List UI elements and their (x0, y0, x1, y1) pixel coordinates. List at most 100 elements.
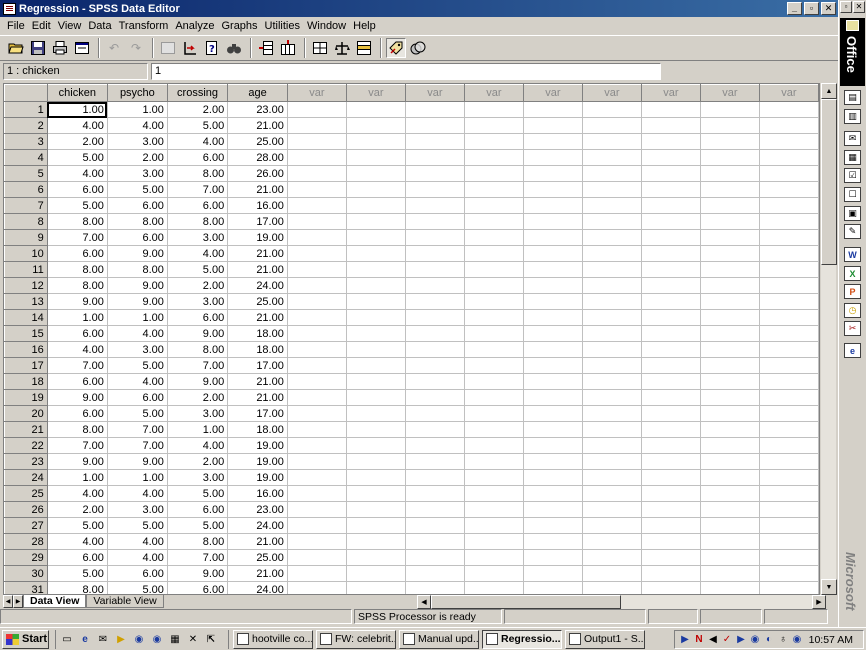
data-cell[interactable] (404, 261, 465, 278)
data-cell[interactable]: 5.00 (166, 517, 229, 534)
data-cell[interactable] (345, 181, 406, 198)
data-cell[interactable] (345, 149, 406, 166)
data-cell[interactable] (640, 405, 701, 422)
start-button[interactable]: Start (2, 629, 49, 649)
data-cell[interactable] (286, 133, 347, 150)
data-cell[interactable] (522, 149, 583, 166)
data-cell[interactable] (640, 501, 701, 518)
data-cell[interactable] (345, 277, 406, 294)
data-cell[interactable] (286, 149, 347, 166)
office-bar-close-button[interactable]: ✕ (853, 1, 865, 13)
data-cell[interactable] (522, 165, 583, 182)
corner-cell[interactable] (4, 84, 48, 102)
data-cell[interactable] (345, 581, 406, 594)
data-cell[interactable] (345, 501, 406, 518)
data-cell[interactable]: 19.00 (227, 229, 288, 246)
shortcut-icon[interactable]: ▦ (168, 632, 182, 646)
data-cell[interactable] (581, 501, 642, 518)
data-cell[interactable]: 8.00 (46, 213, 108, 230)
tray-icon[interactable]: ◉ (791, 634, 803, 646)
data-cell[interactable] (345, 117, 406, 134)
data-cell[interactable] (581, 261, 642, 278)
data-cell[interactable] (286, 565, 347, 582)
row-number[interactable]: 7 (4, 197, 48, 214)
data-cell[interactable] (522, 565, 583, 582)
tray-icon[interactable]: ✓ (721, 634, 733, 646)
data-cell[interactable]: 6.00 (166, 197, 229, 214)
data-cell[interactable] (522, 293, 583, 310)
data-cell[interactable] (640, 245, 701, 262)
data-cell[interactable] (286, 261, 347, 278)
data-cell[interactable]: 6.00 (106, 389, 168, 406)
data-cell[interactable]: 9.00 (106, 293, 168, 310)
data-cell[interactable]: 1.00 (166, 421, 229, 438)
data-cell[interactable] (404, 501, 465, 518)
data-cell[interactable]: 23.00 (227, 501, 288, 518)
data-cell[interactable]: 6.00 (106, 229, 168, 246)
data-cell[interactable] (522, 357, 583, 374)
scroll-up-arrow-icon[interactable]: ▲ (821, 83, 837, 99)
data-cell[interactable] (758, 453, 819, 470)
data-cell[interactable]: 3.00 (106, 165, 168, 182)
data-cell[interactable] (640, 101, 701, 118)
data-cell[interactable]: 5.00 (106, 357, 168, 374)
data-cell[interactable] (463, 277, 524, 294)
data-cell[interactable]: 4.00 (106, 549, 168, 566)
data-cell[interactable] (699, 533, 760, 550)
data-cell[interactable]: 7.00 (166, 357, 229, 374)
tray-icon[interactable]: ◉ (749, 634, 761, 646)
data-cell[interactable] (699, 309, 760, 326)
data-cell[interactable] (640, 389, 701, 406)
data-cell[interactable] (581, 437, 642, 454)
office-bar-restore-button[interactable]: ▫ (840, 1, 852, 13)
data-cell[interactable] (404, 117, 465, 134)
data-cell[interactable]: 24.00 (227, 517, 288, 534)
data-cell[interactable] (640, 517, 701, 534)
row-number[interactable]: 2 (4, 117, 48, 134)
data-cell[interactable]: 19.00 (227, 437, 288, 454)
data-cell[interactable] (522, 261, 583, 278)
data-cell[interactable] (640, 581, 701, 594)
data-cell[interactable] (699, 373, 760, 390)
data-cell[interactable] (463, 261, 524, 278)
data-cell[interactable] (404, 581, 465, 594)
data-cell[interactable]: 9.00 (46, 389, 108, 406)
data-cell[interactable] (345, 533, 406, 550)
data-cell[interactable]: 18.00 (227, 325, 288, 342)
shortcut-icon[interactable]: ◉ (150, 632, 164, 646)
data-cell[interactable]: 6.00 (166, 309, 229, 326)
data-cell[interactable]: 8.00 (46, 261, 108, 278)
row-number[interactable]: 5 (4, 165, 48, 182)
data-cell[interactable] (404, 565, 465, 582)
spss-app-icon[interactable] (3, 2, 16, 15)
data-cell[interactable] (758, 549, 819, 566)
shortcut-icon[interactable]: ⇱ (204, 632, 218, 646)
row-number[interactable]: 16 (4, 341, 48, 358)
data-cell[interactable] (640, 357, 701, 374)
new-journal-icon[interactable]: ▣ (844, 206, 861, 221)
data-cell[interactable] (286, 309, 347, 326)
data-cell[interactable] (758, 357, 819, 374)
row-number[interactable]: 13 (4, 293, 48, 310)
new-appointment-icon[interactable]: ▦ (844, 150, 861, 165)
scroll-left-arrow-icon[interactable]: ◀ (417, 595, 431, 609)
data-cell[interactable] (404, 549, 465, 566)
data-cell[interactable]: 2.00 (106, 149, 168, 166)
task-hootville[interactable]: hootville co... (233, 629, 313, 649)
data-cell[interactable]: 25.00 (227, 133, 288, 150)
data-cell[interactable]: 17.00 (227, 213, 288, 230)
row-number[interactable]: 8 (4, 213, 48, 230)
data-cell[interactable] (286, 533, 347, 550)
column-header-var[interactable]: var (758, 84, 819, 102)
data-cell[interactable] (463, 517, 524, 534)
data-cell[interactable] (286, 485, 347, 502)
data-cell[interactable] (640, 117, 701, 134)
data-cell[interactable] (463, 405, 524, 422)
data-cell[interactable]: 1.00 (106, 469, 168, 486)
data-cell[interactable] (581, 517, 642, 534)
new-note-icon[interactable]: ✎ (844, 224, 861, 239)
data-cell[interactable] (522, 309, 583, 326)
minimize-button[interactable]: _ (787, 2, 802, 15)
data-cell[interactable] (286, 245, 347, 262)
data-cell[interactable]: 5.00 (106, 405, 168, 422)
